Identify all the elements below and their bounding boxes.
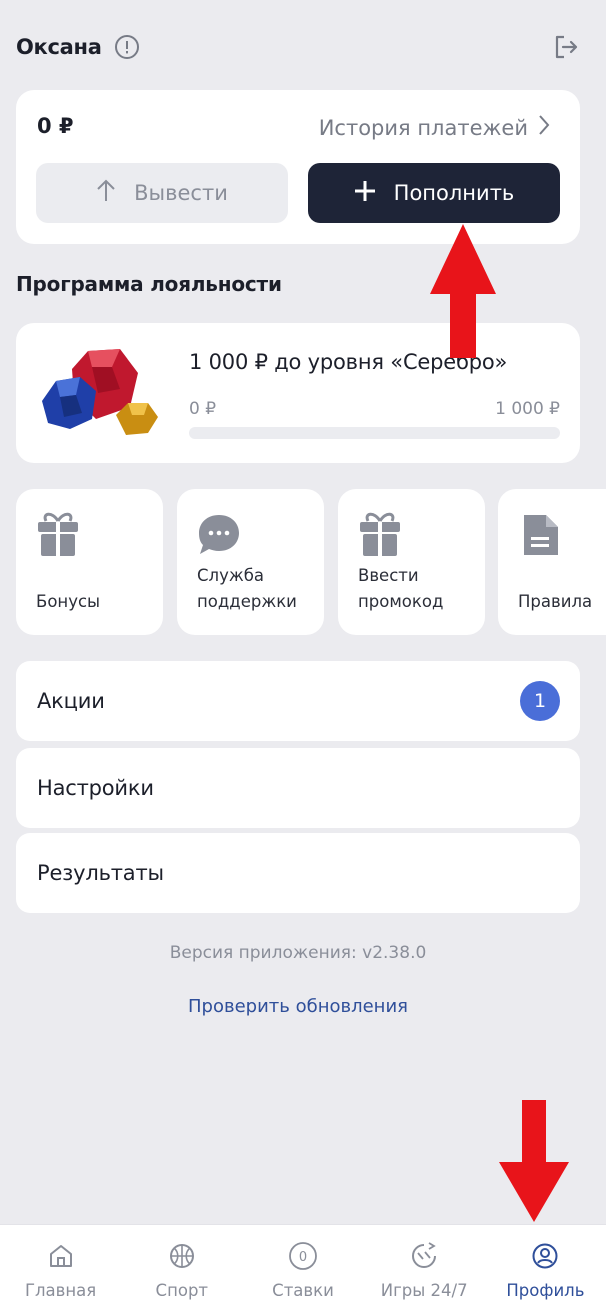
tab-bets-label: Ставки (272, 1281, 334, 1300)
red-arrow-up-annotation (430, 224, 496, 358)
arrow-up-icon (96, 179, 116, 208)
gems-image (36, 345, 166, 441)
gift-icon (358, 511, 402, 559)
promotions-row[interactable]: Акции 1 (16, 661, 580, 741)
wallet-card: 0 ₽ История платежей Вывести Пополнить (16, 90, 580, 244)
user-name-group: Оксана (16, 34, 140, 60)
balance-value: 0 ₽ (37, 114, 74, 138)
chevron-right-icon (538, 114, 550, 141)
profile-header: Оксана (16, 30, 580, 64)
gift-icon (36, 511, 80, 559)
plus-icon (354, 180, 376, 207)
deposit-button[interactable]: Пополнить (308, 163, 560, 223)
settings-row[interactable]: Настройки (16, 748, 580, 828)
loyalty-range-min: 0 ₽ (189, 399, 217, 419)
tab-profile[interactable]: Профиль (485, 1225, 606, 1311)
promo-code-label: Ввести промокод (358, 566, 444, 611)
support-tile[interactable]: Служба поддержки (177, 489, 324, 635)
rules-tile[interactable]: Правила (498, 489, 606, 635)
tab-bets[interactable]: 0 Ставки (242, 1225, 363, 1311)
loyalty-section-title: Программа лояльности (16, 272, 282, 296)
withdraw-button[interactable]: Вывести (36, 163, 288, 223)
username: Оксана (16, 35, 102, 59)
quick-actions-row: Бонусы Служба поддержки Ввести промокод … (16, 489, 606, 635)
bets-counter: 0 (299, 1250, 307, 1265)
loyalty-range-max: 1 000 ₽ (495, 399, 560, 419)
results-row[interactable]: Результаты (16, 833, 580, 913)
promo-code-tile[interactable]: Ввести промокод (338, 489, 485, 635)
bonuses-label: Бонусы (36, 592, 101, 611)
logout-icon[interactable] (552, 33, 580, 61)
bet-slip-icon: 0 (288, 1241, 318, 1271)
document-icon (518, 511, 562, 559)
loyalty-progress-bar (189, 427, 560, 439)
withdraw-label: Вывести (134, 181, 228, 205)
tab-profile-label: Профиль (506, 1281, 585, 1300)
support-label: Служба поддержки (197, 566, 297, 611)
bottom-tab-bar: Главная Спорт 0 Ставки Игры 24/7 Профиль (0, 1224, 606, 1311)
tab-games-label: Игры 24/7 (380, 1281, 468, 1300)
games-247-icon (409, 1241, 439, 1271)
tab-home[interactable]: Главная (0, 1225, 121, 1311)
home-icon (46, 1241, 76, 1271)
payment-history-label: История платежей (318, 115, 528, 140)
tab-sport-label: Спорт (155, 1281, 209, 1300)
tab-sport[interactable]: Спорт (121, 1225, 242, 1311)
check-updates-link[interactable]: Проверить обновления (0, 996, 596, 1017)
chat-bubble-icon (197, 511, 241, 559)
info-circle-icon[interactable] (114, 34, 140, 60)
tab-home-label: Главная (24, 1281, 97, 1300)
results-label: Результаты (37, 861, 164, 885)
rules-label: Правила (518, 592, 593, 611)
app-version: Версия приложения: v2.38.0 (169, 943, 427, 963)
basketball-icon (167, 1241, 197, 1271)
bonuses-tile[interactable]: Бонусы (16, 489, 163, 635)
payment-history-link[interactable]: История платежей (319, 114, 550, 141)
tab-games-247[interactable]: Игры 24/7 (364, 1225, 485, 1311)
red-arrow-down-annotation (499, 1100, 569, 1222)
promotions-label: Акции (37, 689, 105, 713)
deposit-label: Пополнить (393, 181, 515, 205)
profile-icon (530, 1241, 560, 1271)
promotions-count-badge: 1 (520, 681, 560, 721)
settings-label: Настройки (37, 776, 154, 800)
